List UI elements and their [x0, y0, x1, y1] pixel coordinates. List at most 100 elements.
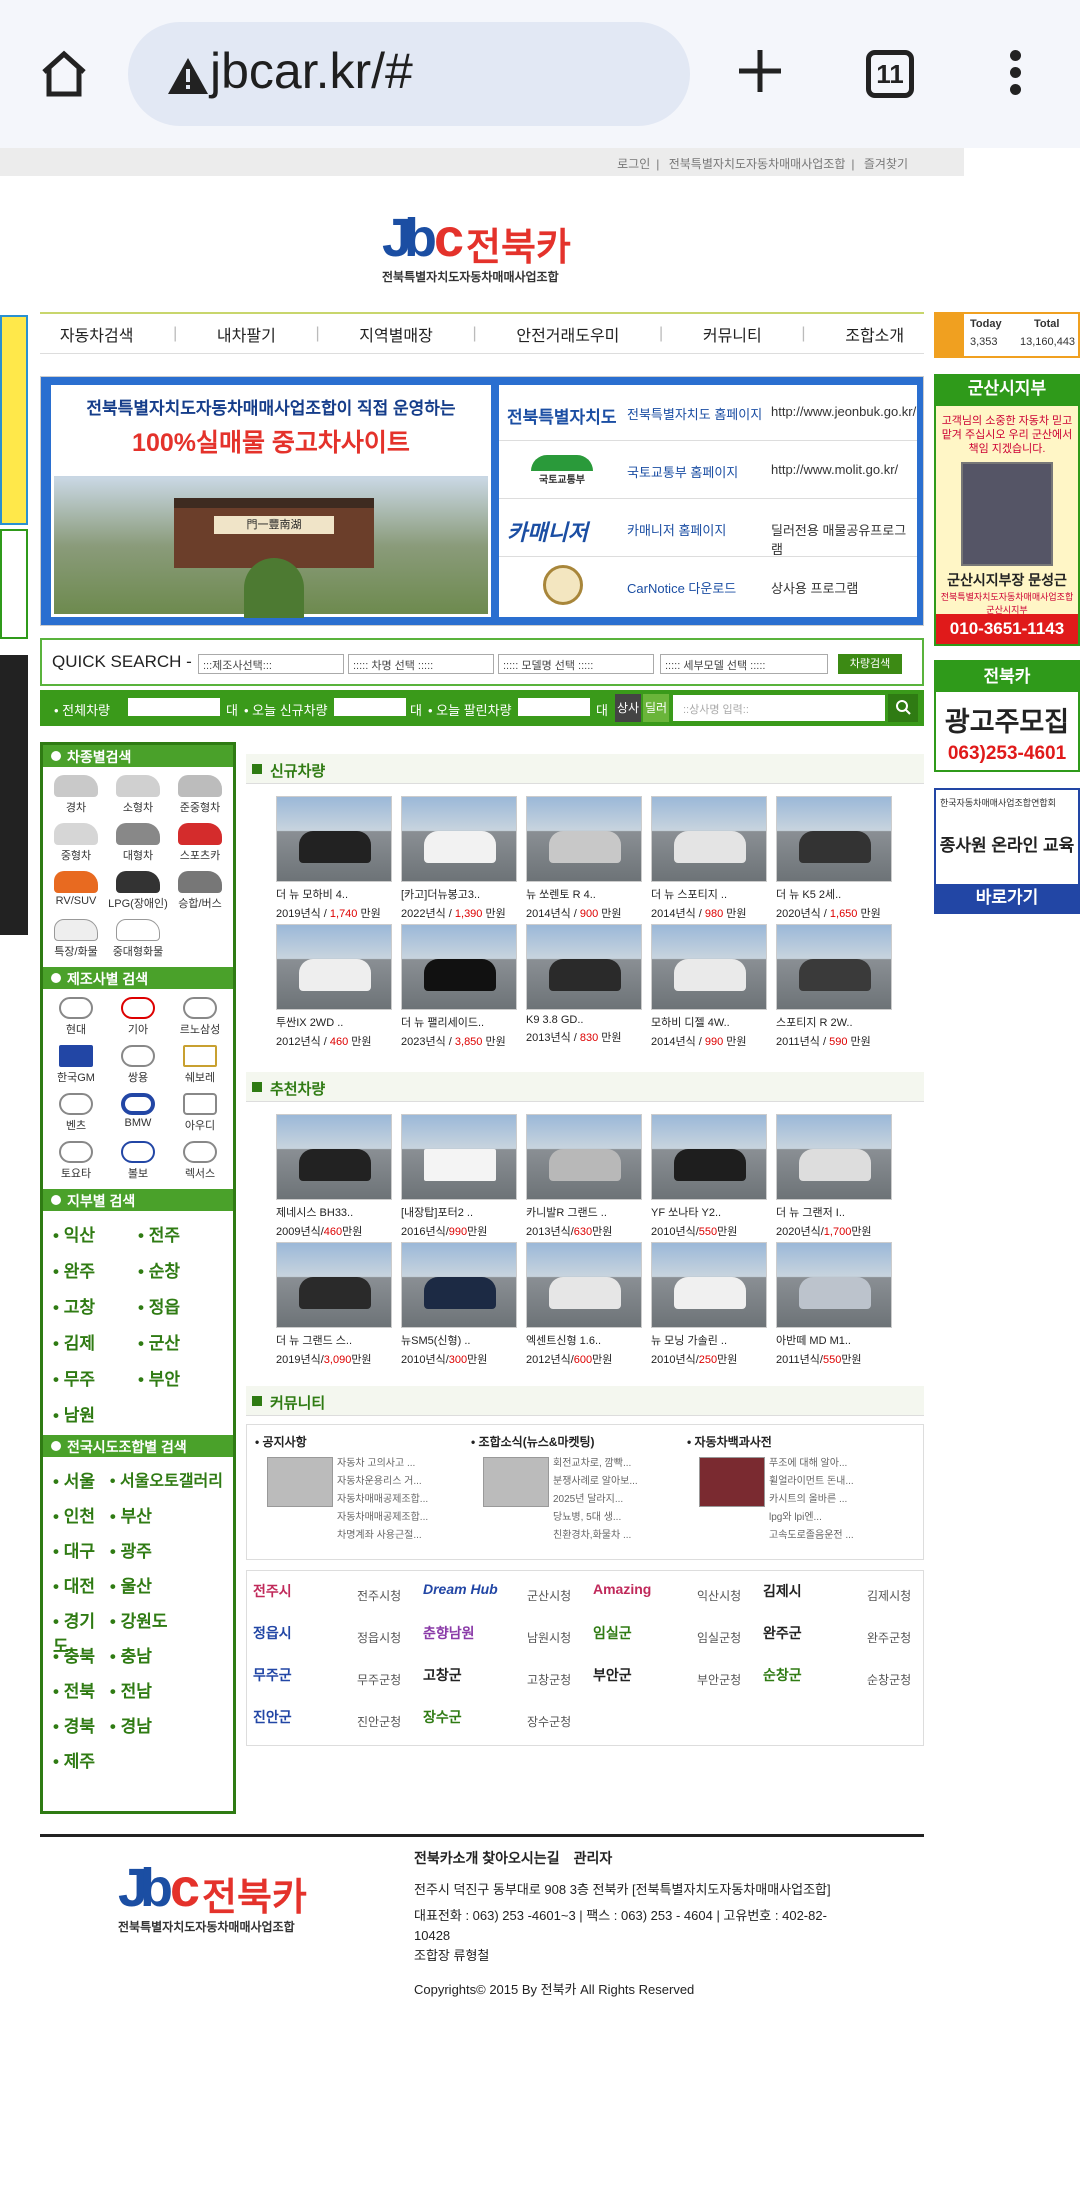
- nav-car-search[interactable]: 자동차검색: [60, 322, 134, 346]
- nav-sell-car[interactable]: 내차팔기: [217, 322, 276, 346]
- admin-link[interactable]: 관리자: [574, 1850, 613, 1866]
- maker-item[interactable]: 기아: [107, 993, 169, 1041]
- branch-item[interactable]: 고창: [53, 1287, 138, 1323]
- region-item[interactable]: 광주: [110, 1531, 223, 1566]
- nav-community[interactable]: 커뮤니티: [703, 322, 762, 346]
- region-item[interactable]: 인천: [53, 1496, 110, 1531]
- branch-item[interactable]: 순창: [138, 1251, 223, 1287]
- encyclopedia-item[interactable]: 카시트의 올바른 ...: [769, 1491, 854, 1509]
- notice-item[interactable]: 자동차매매공제조합...: [337, 1509, 428, 1527]
- new-tab-icon[interactable]: [735, 46, 785, 96]
- model-select[interactable]: ::::: 모델명 선택 :::::: [498, 654, 654, 674]
- car-name-select[interactable]: ::::: 차명 선택 :::::: [348, 654, 494, 674]
- encyclopedia-title[interactable]: • 자동차백과사전: [687, 1433, 897, 1450]
- car-card[interactable]: 더 뉴 그랜드 스.. 2019년식/3,090만원: [276, 1242, 392, 1370]
- maker-select[interactable]: :::제조사선택:::: [198, 654, 344, 674]
- car-card[interactable]: 더 뉴 그랜저 I.. 2020년식/1,700만원: [776, 1114, 892, 1242]
- news-item[interactable]: 회전교차로, 깜빡...: [553, 1455, 638, 1473]
- maker-item[interactable]: 렉서스: [169, 1137, 231, 1185]
- link-row-carmanager[interactable]: 카매니저 카매니저 홈페이지 딜러전용 매물공유프로그램: [499, 501, 917, 557]
- car-card[interactable]: [카고]더뉴봉고3.. 2022년식 / 1,390 만원: [401, 796, 517, 924]
- address-bar[interactable]: jbcar.kr/#: [128, 22, 690, 126]
- city-link[interactable]: 춘향남원 남원시청: [417, 1615, 587, 1655]
- news-item[interactable]: 2025년 달라지...: [553, 1491, 638, 1509]
- site-logo[interactable]: J b c 전북카 전북특별자치도자동차매매사업조합: [382, 208, 582, 288]
- car-card[interactable]: 모하비 디젤 4W.. 2014년식 / 990 만원: [651, 924, 767, 1052]
- car-card[interactable]: 제네시스 BH33.. 2009년식/460만원: [276, 1114, 392, 1242]
- search-button[interactable]: [888, 694, 918, 722]
- region-item[interactable]: 경기도: [53, 1601, 110, 1656]
- branch-item[interactable]: 전주: [138, 1215, 223, 1251]
- login-link[interactable]: 로그인: [617, 157, 650, 171]
- city-link[interactable]: 고창군 고창군청: [417, 1657, 587, 1697]
- region-item[interactable]: 대구: [53, 1531, 110, 1566]
- region-item[interactable]: 경남: [110, 1706, 223, 1741]
- union-link[interactable]: 전북특별자치도자동차매매사업조합: [669, 157, 846, 171]
- home-icon[interactable]: [38, 48, 90, 100]
- branch-item[interactable]: 익산: [53, 1215, 138, 1251]
- branch-item[interactable]: 남원: [53, 1395, 138, 1431]
- tab-switcher-button[interactable]: 11: [866, 50, 914, 98]
- branch-item[interactable]: 무주: [53, 1359, 138, 1395]
- city-link[interactable]: 전주시 전주시청: [247, 1573, 417, 1613]
- city-link[interactable]: 장수군 장수군청: [417, 1699, 587, 1739]
- maker-item[interactable]: BMW: [107, 1089, 169, 1137]
- nav-regional-stores[interactable]: 지역별매장: [359, 322, 433, 346]
- car-card[interactable]: 스포티지 R 2W.. 2011년식 / 590 만원: [776, 924, 892, 1052]
- region-item[interactable]: 제주: [53, 1741, 110, 1776]
- type-item[interactable]: 대형차: [107, 819, 169, 867]
- notice-item[interactable]: 자동차 고의사고 ...: [337, 1455, 428, 1473]
- bookmark-link[interactable]: 즐겨찾기: [864, 157, 908, 171]
- car-card[interactable]: YF 쏘나타 Y2.. 2010년식/550만원: [651, 1114, 767, 1242]
- branch-item[interactable]: 정읍: [138, 1287, 223, 1323]
- region-item[interactable]: 전남: [110, 1671, 223, 1706]
- city-link[interactable]: 부안군 부안군청: [587, 1657, 757, 1697]
- tab-dealer[interactable]: 딜러: [643, 694, 669, 722]
- type-item[interactable]: 경차: [45, 771, 107, 819]
- notice-title[interactable]: • 공지사항: [255, 1433, 465, 1450]
- about-link[interactable]: 전북카소개 찾아오시는길: [414, 1850, 560, 1866]
- maker-item[interactable]: 토요타: [45, 1137, 107, 1185]
- type-item[interactable]: 소형차: [107, 771, 169, 819]
- encyclopedia-item[interactable]: 푸조에 대해 알아...: [769, 1455, 854, 1473]
- type-item[interactable]: LPG(장애인): [107, 867, 169, 915]
- city-link[interactable]: 완주군 완주군청: [757, 1615, 927, 1655]
- city-link[interactable]: 임실군 임실군청: [587, 1615, 757, 1655]
- region-item[interactable]: 충남: [110, 1636, 223, 1671]
- submodel-select[interactable]: ::::: 세부모델 선택 :::::: [660, 654, 828, 674]
- tab-dealership[interactable]: 상사: [615, 694, 641, 722]
- car-card[interactable]: [내장탑]포터2 .. 2016년식/990만원: [401, 1114, 517, 1242]
- car-card[interactable]: 카니발R 그랜드 .. 2013년식/630만원: [526, 1114, 642, 1242]
- type-item[interactable]: 승합/버스: [169, 867, 231, 915]
- encyclopedia-item[interactable]: 고속도로졸음운전 ...: [769, 1527, 854, 1545]
- city-link[interactable]: 진안군 진안군청: [247, 1699, 417, 1739]
- branch-item[interactable]: 김제: [53, 1323, 138, 1359]
- region-item[interactable]: 경북: [53, 1706, 110, 1741]
- region-item[interactable]: 강원도: [110, 1601, 223, 1636]
- news-item[interactable]: 당뇨병, 5대 생...: [553, 1509, 638, 1527]
- type-item[interactable]: 중대형화물: [107, 915, 169, 963]
- car-card[interactable]: 더 뉴 스포티지 .. 2014년식 / 980 만원: [651, 796, 767, 924]
- notice-thumbnail[interactable]: [267, 1457, 333, 1507]
- left-floating-banner[interactable]: [0, 315, 30, 935]
- car-card[interactable]: 아반떼 MD M1.. 2011년식/550만원: [776, 1242, 892, 1370]
- maker-item[interactable]: 르노삼성: [169, 993, 231, 1041]
- news-thumbnail[interactable]: [483, 1457, 549, 1507]
- type-item[interactable]: 중형차: [45, 819, 107, 867]
- maker-item[interactable]: 쉐보레: [169, 1041, 231, 1089]
- city-link[interactable]: Dream Hub 군산시청: [417, 1573, 587, 1613]
- encyclopedia-thumbnail[interactable]: [699, 1457, 765, 1507]
- type-item[interactable]: 스포츠카: [169, 819, 231, 867]
- car-card[interactable]: 뉴SM5(신형) .. 2010년식/300만원: [401, 1242, 517, 1370]
- region-item[interactable]: 서울오토갤러리: [110, 1461, 223, 1496]
- city-link[interactable]: 무주군 무주군청: [247, 1657, 417, 1697]
- notice-item[interactable]: 자동차매매공제조합...: [337, 1491, 428, 1509]
- warning-icon[interactable]: [166, 56, 210, 96]
- branch-item[interactable]: 완주: [53, 1251, 138, 1287]
- city-link[interactable]: 순창군 순창군청: [757, 1657, 927, 1697]
- car-card[interactable]: 엑센트신형 1.6.. 2012년식/600만원: [526, 1242, 642, 1370]
- city-link[interactable]: Amazing 익산시청: [587, 1573, 757, 1613]
- region-item[interactable]: 대전: [53, 1566, 110, 1601]
- nav-safe-trade[interactable]: 안전거래도우미: [516, 322, 619, 346]
- city-link[interactable]: 김제시 김제시청: [757, 1573, 927, 1613]
